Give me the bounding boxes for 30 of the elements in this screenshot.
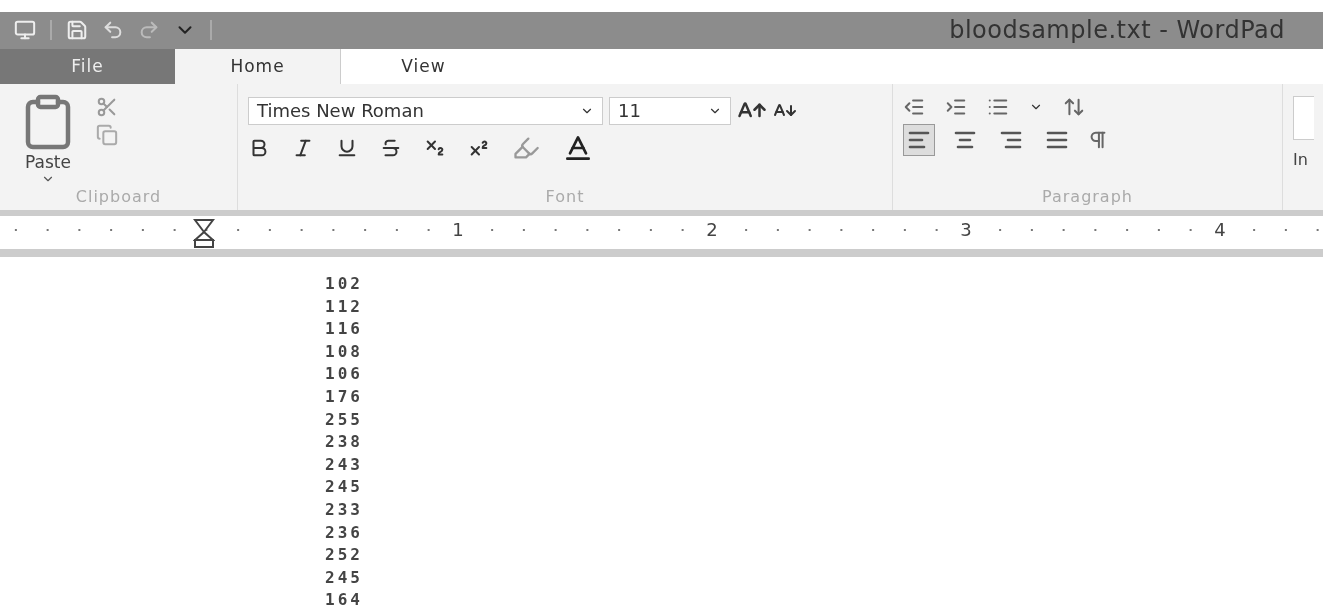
file-tab[interactable]: File	[0, 48, 175, 84]
group-label: Paragraph	[1041, 187, 1134, 207]
paste-button[interactable]: Paste	[10, 91, 86, 188]
text-line: 176	[325, 386, 364, 409]
text-line: 116	[325, 318, 364, 341]
text-line: 164	[325, 589, 364, 612]
save-icon[interactable]	[66, 19, 88, 42]
text-line: 255	[325, 408, 364, 431]
text-line: 245	[325, 476, 364, 499]
group-label: Clipboard	[74, 187, 163, 207]
group-label: In	[1293, 149, 1309, 169]
group-label: Font	[544, 187, 586, 207]
font-size-dropdown[interactable]: 11	[609, 96, 731, 125]
window-title: bloodsample.txt - WordPad	[949, 16, 1286, 45]
text-line: 112	[325, 295, 364, 318]
align-button[interactable]	[903, 123, 935, 156]
cut-icon[interactable]	[96, 95, 118, 118]
text-line: 245	[325, 566, 364, 589]
app-icon	[14, 19, 36, 42]
ribbon-tab[interactable]: Home	[175, 48, 341, 84]
text-line: 108	[325, 340, 364, 363]
text-line: 233	[325, 499, 364, 522]
text-line: 102	[325, 273, 364, 296]
text-line: 238	[325, 431, 364, 454]
indent-marker-icon[interactable]	[193, 218, 215, 249]
text-line: 236	[325, 521, 364, 544]
text-line: 243	[325, 453, 364, 476]
text-line: 252	[325, 544, 364, 567]
text-line: 106	[325, 363, 364, 386]
font-name-dropdown[interactable]: Times New Roman	[248, 96, 603, 125]
